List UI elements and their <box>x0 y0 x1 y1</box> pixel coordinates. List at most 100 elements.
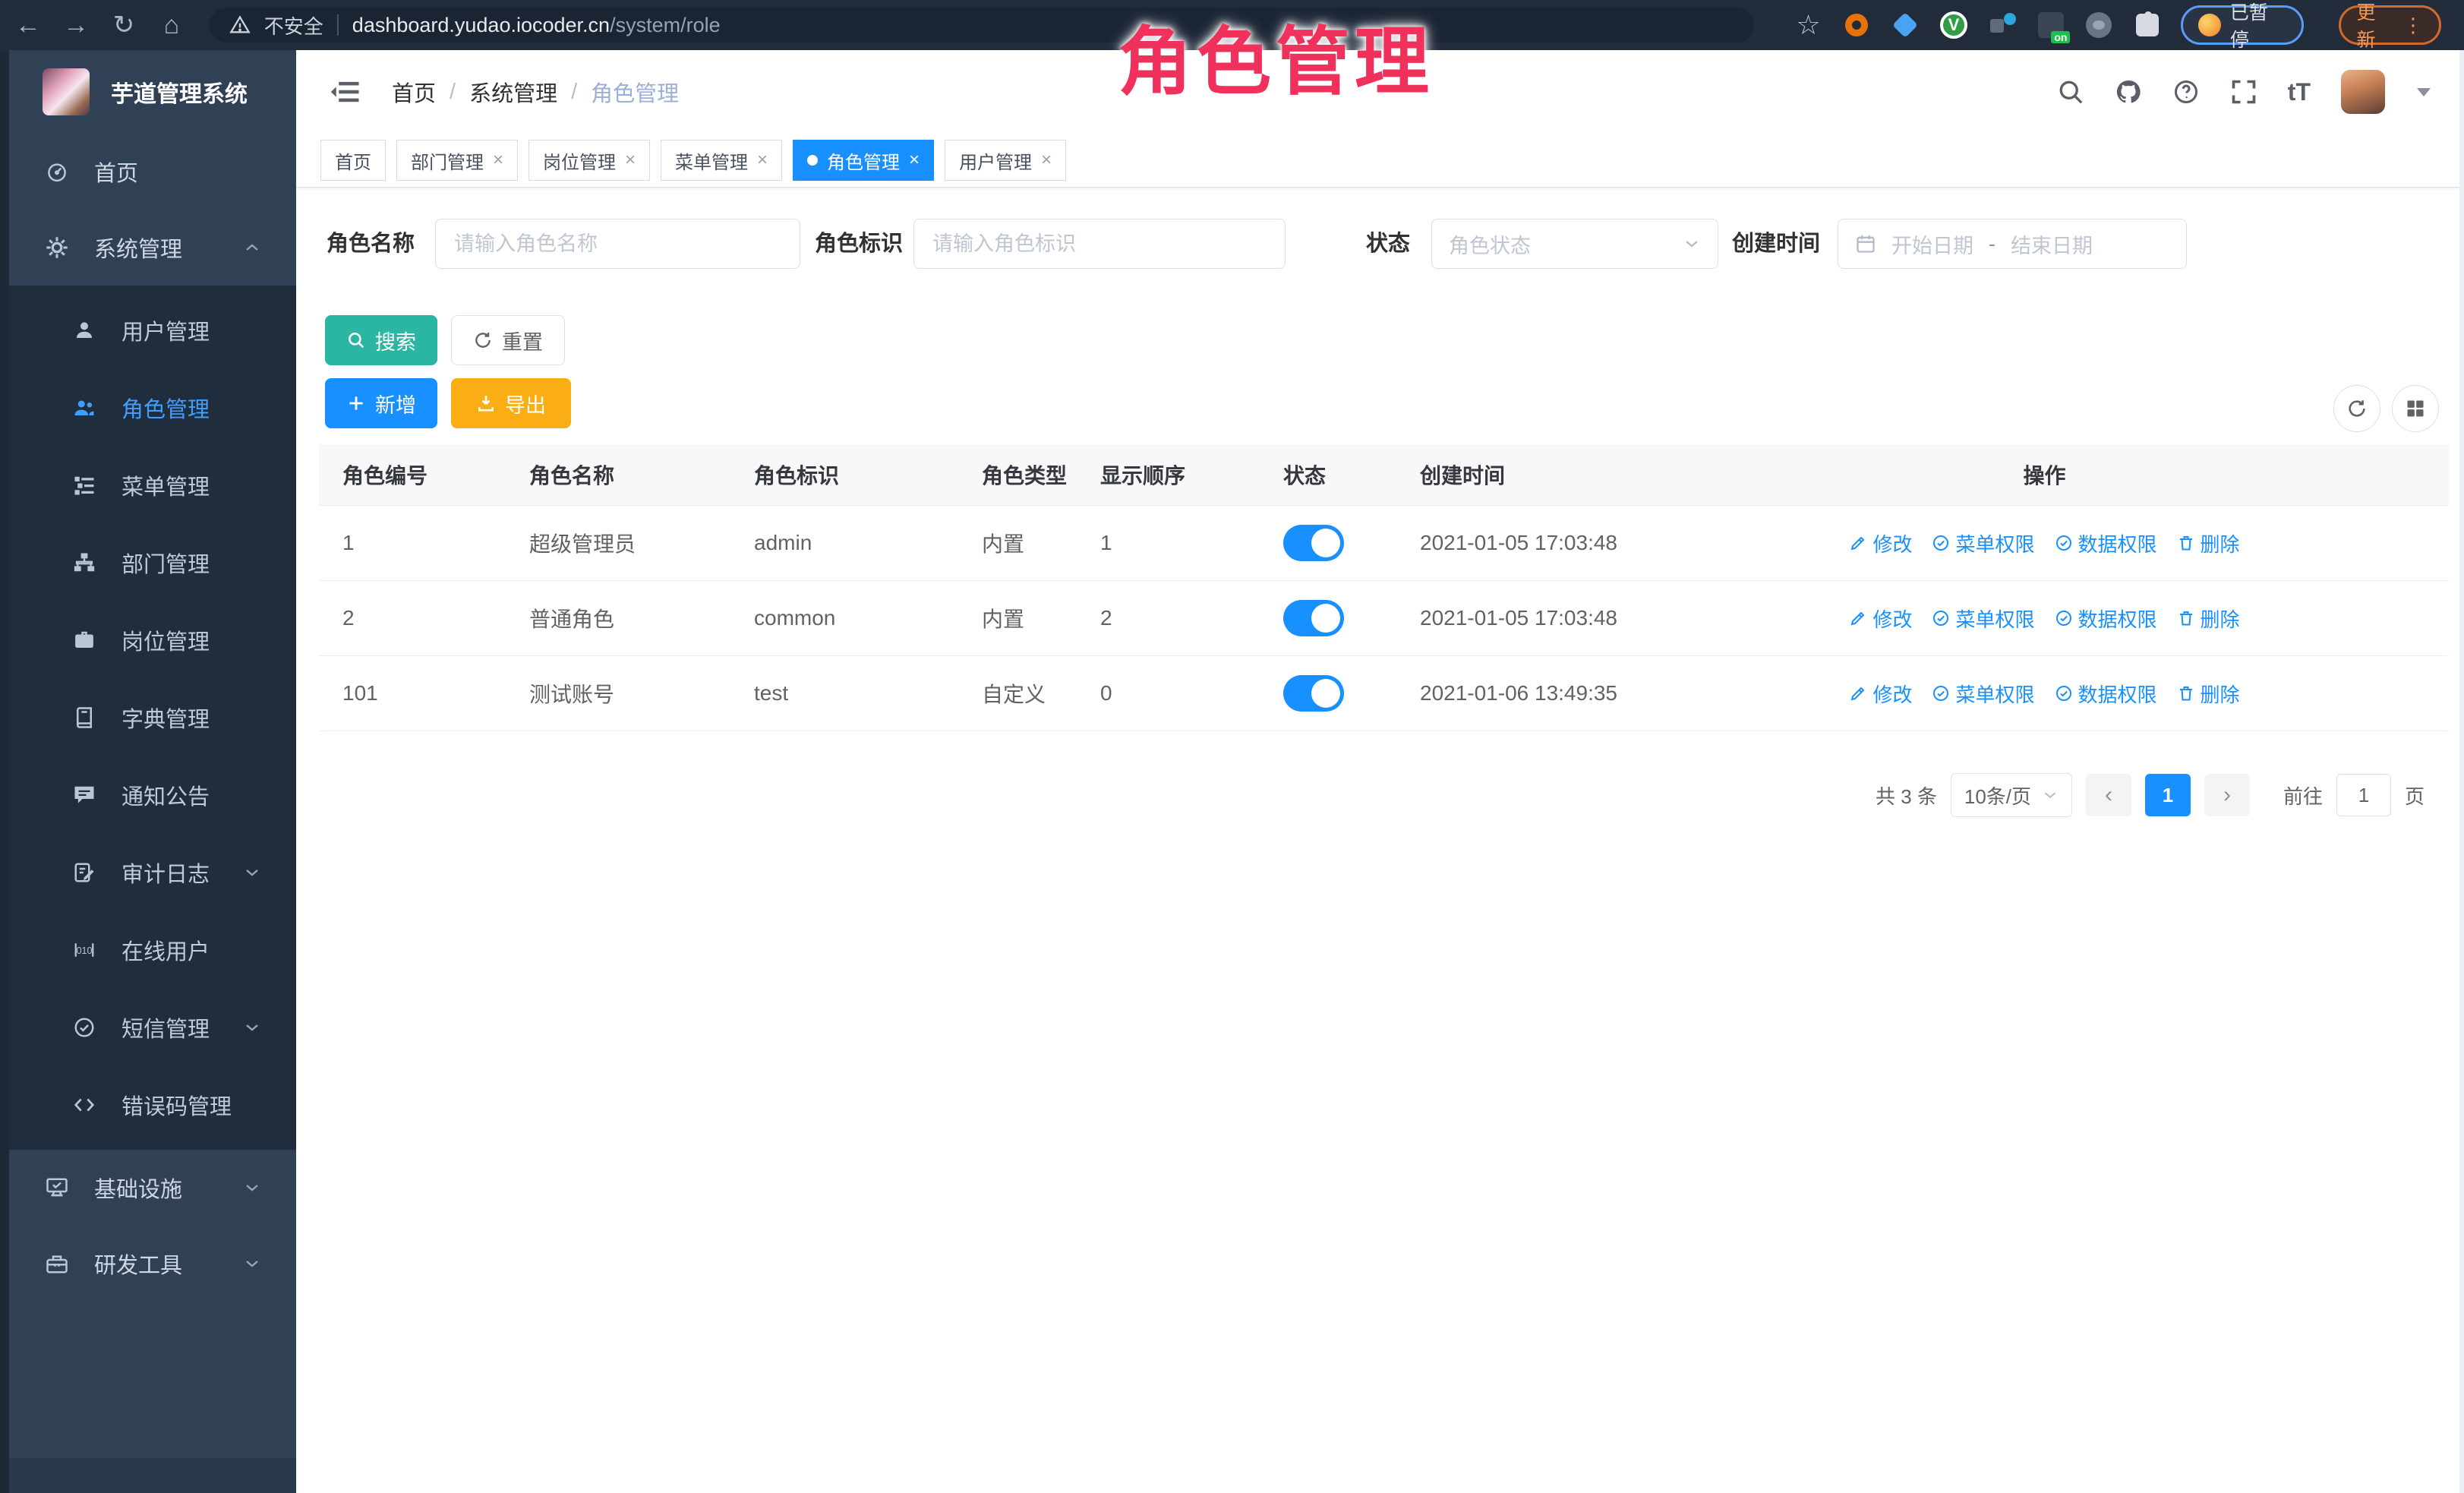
avatar[interactable] <box>2341 70 2385 114</box>
security-label[interactable]: 不安全 <box>264 11 323 39</box>
role-name-input[interactable] <box>435 219 800 269</box>
close-icon[interactable]: × <box>909 151 920 169</box>
browser-update-button[interactable]: 更新 ⋮ <box>2339 5 2441 45</box>
extension-duo-icon[interactable] <box>1987 10 2018 40</box>
tag-dept[interactable]: 部门管理× <box>396 140 518 181</box>
extension-orange-ring-icon[interactable] <box>1841 10 1872 40</box>
status-toggle[interactable] <box>1283 675 1344 712</box>
app-logo[interactable]: 芋道管理系统 <box>0 50 296 134</box>
menu-permission-action[interactable]: 菜单权限 <box>1932 604 2034 633</box>
sidebar-item-system[interactable]: 系统管理 <box>0 210 296 286</box>
page-size-select[interactable]: 10条/页 <box>1951 773 2072 817</box>
close-icon[interactable]: × <box>757 151 768 169</box>
date-range-picker[interactable]: 开始日期 - 结束日期 <box>1838 219 2187 269</box>
col-create-time: 创建时间 <box>1420 444 1505 505</box>
edit-icon <box>1849 684 1867 702</box>
sidebar-item-roles[interactable]: 角色管理 <box>0 369 296 447</box>
close-icon[interactable]: × <box>493 151 503 169</box>
profile-paused-chip[interactable]: 已暂停 <box>2181 5 2304 45</box>
close-icon[interactable]: × <box>1041 151 1052 169</box>
status-toggle[interactable] <box>1283 600 1344 636</box>
data-permission-action[interactable]: 数据权限 <box>2055 680 2157 708</box>
monitor-icon <box>46 1176 68 1199</box>
online-icon: 010 <box>73 939 96 961</box>
user-icon <box>73 319 96 342</box>
menu-permission-action[interactable]: 菜单权限 <box>1932 680 2034 708</box>
refresh-table-button[interactable] <box>2333 385 2380 432</box>
extension-green-circle-icon[interactable]: V <box>1939 10 1969 40</box>
tag-post[interactable]: 岗位管理× <box>528 140 650 181</box>
bookmark-star-icon[interactable]: ☆ <box>1794 10 1824 40</box>
trash-icon <box>2177 609 2195 627</box>
prev-page-button[interactable]: ‹ <box>2086 774 2131 816</box>
export-button[interactable]: 导出 <box>451 378 571 428</box>
current-page-button[interactable]: 1 <box>2145 774 2191 816</box>
delete-action[interactable]: 删除 <box>2177 680 2240 708</box>
extension-puzzle-icon[interactable] <box>2132 10 2163 40</box>
extension-gem-icon[interactable] <box>1890 10 1920 40</box>
delete-action[interactable]: 删除 <box>2177 604 2240 633</box>
browser-back-icon[interactable]: ← <box>15 12 41 38</box>
column-settings-button[interactable] <box>2392 385 2439 432</box>
tree-table-icon <box>73 474 96 497</box>
fullscreen-icon[interactable] <box>2230 78 2257 106</box>
sidebar-item-notice[interactable]: 通知公告 <box>0 756 296 834</box>
role-key-input[interactable] <box>913 219 1286 269</box>
delete-action[interactable]: 删除 <box>2177 529 2240 557</box>
sidebar-item-audit-log[interactable]: 审计日志 <box>0 834 296 911</box>
tag-user[interactable]: 用户管理× <box>945 140 1066 181</box>
data-permission-action[interactable]: 数据权限 <box>2055 604 2157 633</box>
grid-icon <box>2405 398 2426 419</box>
address-bar[interactable]: 不安全 dashboard.yudao.iocoder.cn/system/ro… <box>210 8 1754 43</box>
hamburger-icon[interactable] <box>330 76 361 108</box>
tag-home[interactable]: 首页 <box>320 140 386 181</box>
extension-monkey-icon[interactable] <box>2084 10 2114 40</box>
edit-action[interactable]: 修改 <box>1849 604 1912 633</box>
sidebar-item-users[interactable]: 用户管理 <box>0 292 296 369</box>
role-name-label: 角色名称 <box>327 217 415 270</box>
goto-page-input[interactable] <box>2336 774 2391 816</box>
app-title: 芋道管理系统 <box>111 75 248 109</box>
edit-action[interactable]: 修改 <box>1849 680 1912 708</box>
browser-forward-icon[interactable]: → <box>63 12 89 38</box>
breadcrumb-system[interactable]: 系统管理 <box>469 76 557 108</box>
circle-check-icon <box>2055 609 2073 627</box>
sidebar-item-home[interactable]: 首页 <box>0 134 296 210</box>
menu-permission-action[interactable]: 菜单权限 <box>1932 529 2034 557</box>
page-url[interactable]: dashboard.yudao.iocoder.cn/system/role <box>352 14 721 37</box>
search-icon[interactable] <box>2057 78 2084 106</box>
sidebar-item-menus[interactable]: 菜单管理 <box>0 447 296 524</box>
sidebar-item-dict[interactable]: 字典管理 <box>0 679 296 756</box>
font-size-icon[interactable]: tT <box>2288 78 2311 106</box>
search-button[interactable]: 搜索 <box>325 315 437 365</box>
sidebar-item-posts[interactable]: 岗位管理 <box>0 601 296 679</box>
browser-home-icon[interactable]: ⌂ <box>159 12 185 38</box>
add-button[interactable]: 新增 <box>325 378 437 428</box>
table-row: 101 测试账号 test 自定义 0 2021-01-06 13:49:35 … <box>319 656 2449 731</box>
sidebar-item-depts[interactable]: 部门管理 <box>0 524 296 601</box>
breadcrumb-home[interactable]: 首页 <box>392 76 436 108</box>
sidebar-item-infra[interactable]: 基础设施 <box>0 1150 296 1226</box>
tag-menu[interactable]: 菜单管理× <box>661 140 782 181</box>
sidebar-item-error-code[interactable]: 错误码管理 <box>0 1066 296 1144</box>
col-sort: 显示顺序 <box>1100 444 1185 505</box>
sidebar-item-dev-tools[interactable]: 研发工具 <box>0 1226 296 1302</box>
status-toggle[interactable] <box>1283 525 1344 561</box>
navbar-actions: tT <box>2057 70 2431 114</box>
scrollbar-track[interactable] <box>2459 50 2464 1493</box>
browser-reload-icon[interactable]: ↻ <box>111 12 137 38</box>
tag-role-active[interactable]: 角色管理× <box>793 140 934 181</box>
extension-on-icon[interactable]: on <box>2036 10 2066 40</box>
browser-menu-icon[interactable]: ⋮ <box>2403 14 2424 37</box>
status-select[interactable]: 角色状态 <box>1431 219 1718 269</box>
help-icon[interactable] <box>2172 78 2200 106</box>
sidebar-item-sms[interactable]: 短信管理 <box>0 989 296 1066</box>
next-page-button[interactable]: › <box>2204 774 2250 816</box>
close-icon[interactable]: × <box>625 151 636 169</box>
data-permission-action[interactable]: 数据权限 <box>2055 529 2157 557</box>
avatar-caret-icon[interactable] <box>2417 88 2431 96</box>
github-icon[interactable] <box>2115 78 2142 106</box>
edit-action[interactable]: 修改 <box>1849 529 1912 557</box>
reset-button[interactable]: 重置 <box>451 315 565 365</box>
sidebar-item-online-users[interactable]: 010 在线用户 <box>0 911 296 989</box>
